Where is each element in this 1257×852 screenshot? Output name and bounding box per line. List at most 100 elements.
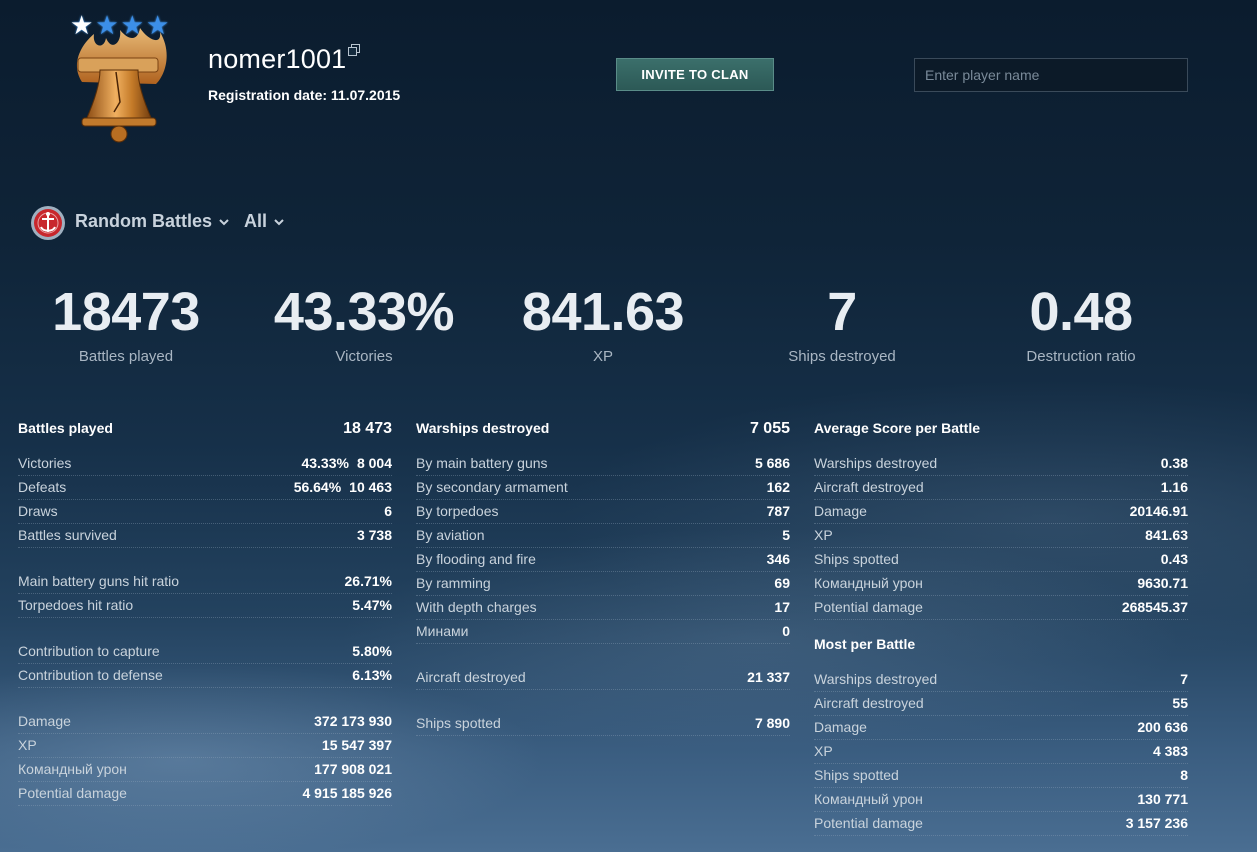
- stat-row: Main battery guns hit ratio 26.71%: [18, 570, 392, 594]
- star-icon: ★: [95, 10, 119, 40]
- stat-row: Командный урон 177 908 021: [18, 758, 392, 782]
- copy-icon[interactable]: [348, 44, 360, 56]
- stat-label: Torpedoes hit ratio: [18, 597, 134, 613]
- stat-value: 7 890: [754, 715, 790, 731]
- stat-row: Potential damage 268545.37: [814, 596, 1188, 620]
- stat-value: 5 686: [754, 455, 790, 471]
- stat-value: 0.38: [1160, 455, 1188, 471]
- stat-value: 346: [766, 551, 790, 567]
- stat-row: By main battery guns 5 686: [416, 452, 790, 476]
- stat-value: 268545.37: [1121, 599, 1188, 615]
- player-emblem: ★ ★ ★ ★: [64, 12, 174, 152]
- section-title: Battles played: [18, 420, 113, 436]
- stat-value: 1.16: [1160, 479, 1188, 495]
- stat-label: Damage: [18, 713, 71, 729]
- big-stat-value: 841.63: [521, 282, 685, 342]
- stat-label: Ships spotted: [416, 715, 501, 731]
- random-battles-icon: [31, 206, 65, 240]
- stat-label: By aviation: [416, 527, 485, 543]
- stat-value: 55: [1172, 695, 1188, 711]
- stat-label: Aircraft destroyed: [416, 669, 526, 685]
- stat-label: XP: [814, 743, 833, 759]
- stat-value: 17: [774, 599, 790, 615]
- invite-to-clan-button[interactable]: INVITE TO CLAN: [616, 58, 774, 91]
- stat-value: 0: [782, 623, 790, 639]
- stat-percent: 43.33%: [301, 455, 349, 471]
- stat-value: 5: [782, 527, 790, 543]
- stat-row: Aircraft destroyed 1.16: [814, 476, 1188, 500]
- stat-row: XP 4 383: [814, 740, 1188, 764]
- battles-played-section: Battles played 18 473 Victories 43.33% 8 0…: [18, 420, 392, 806]
- stat-label: Ships spotted: [814, 767, 899, 783]
- stat-row: With depth charges 17: [416, 596, 790, 620]
- ship-type-dropdown[interactable]: All: [244, 211, 285, 232]
- stat-row: Potential damage 3 157 236: [814, 812, 1188, 836]
- stat-label: Warships destroyed: [814, 455, 938, 471]
- section-title: Average Score per Battle: [814, 420, 980, 436]
- stat-value: 26.71%: [344, 573, 392, 589]
- stat-value: 8: [1180, 767, 1188, 783]
- stat-value: 5.47%: [352, 597, 392, 613]
- stat-label: With depth charges: [416, 599, 537, 615]
- stat-row: XP 15 547 397: [18, 734, 392, 758]
- stat-label: Aircraft destroyed: [814, 479, 924, 495]
- average-score-section: Average Score per Battle Warships destro…: [814, 420, 1188, 836]
- stat-percent: 56.64%: [293, 479, 342, 495]
- stat-value: 200 636: [1137, 719, 1188, 735]
- star-icon: ★: [145, 10, 170, 40]
- stat-value: 162: [766, 479, 790, 495]
- battle-mode-label: Random Battles: [75, 211, 213, 231]
- star-icon: ★: [120, 10, 144, 40]
- stat-label: Командный урон: [18, 761, 127, 777]
- stat-label: By flooding and fire: [416, 551, 536, 567]
- stat-label: Warships destroyed: [814, 671, 938, 687]
- stat-label: Командный урон: [814, 575, 923, 591]
- big-stat-label: Destruction ratio: [1026, 348, 1136, 365]
- stat-value: 3 738: [356, 527, 392, 543]
- player-search-input[interactable]: [914, 58, 1188, 92]
- stat-label: By main battery guns: [416, 455, 548, 471]
- stat-value: 5.80%: [352, 643, 392, 659]
- stat-label: Aircraft destroyed: [814, 695, 924, 711]
- stat-row: Warships destroyed 0.38: [814, 452, 1188, 476]
- stat-label: Battles survived: [18, 527, 117, 543]
- registration-date: Registration date: 11.07.2015: [208, 87, 401, 103]
- stat-value: 130 771: [1137, 791, 1188, 807]
- big-stat-battles: 18473 Battles played: [6, 280, 246, 365]
- stat-row: Warships destroyed 7: [814, 668, 1188, 692]
- stat-value: 20146.91: [1129, 503, 1188, 519]
- battle-mode-dropdown[interactable]: Random Battles: [75, 211, 230, 232]
- stat-value: 372 173 930: [314, 713, 392, 729]
- stat-row: Contribution to defense 6.13%: [18, 664, 392, 688]
- stat-value: 56.64% 10 463: [294, 479, 392, 495]
- stat-label: Potential damage: [814, 815, 923, 831]
- stat-row: Aircraft destroyed 55: [814, 692, 1188, 716]
- stat-label: Defeats: [18, 479, 67, 495]
- chevron-down-icon: [274, 218, 284, 225]
- stat-value: 15 547 397: [321, 737, 392, 753]
- section-title: Warships destroyed: [416, 420, 550, 436]
- stat-row: Командный урон 9630.71: [814, 572, 1188, 596]
- ship-type-label: All: [244, 211, 268, 231]
- stat-row: Defeats 56.64% 10 463: [18, 476, 392, 500]
- stat-value: 177 908 021: [314, 761, 392, 777]
- stat-value: 21 337: [747, 669, 790, 685]
- stat-row: Draws 6: [18, 500, 392, 524]
- stat-label: Draws: [18, 503, 58, 519]
- stat-label: XP: [814, 527, 833, 543]
- section-header: Average Score per Battle: [814, 420, 1188, 444]
- stat-value: 4 383: [1152, 743, 1188, 759]
- section-total: 18 473: [343, 420, 392, 437]
- stat-row: Командный урон 130 771: [814, 788, 1188, 812]
- stat-row: Potential damage 4 915 185 926: [18, 782, 392, 806]
- stat-row: By torpedoes 787: [416, 500, 790, 524]
- stat-value: 6.13%: [352, 667, 392, 683]
- rank-stars: ★ ★ ★ ★: [70, 12, 169, 38]
- stat-row: Ships spotted 0.43: [814, 548, 1188, 572]
- stat-label: Damage: [814, 719, 867, 735]
- big-stat-label: Ships destroyed: [788, 348, 896, 365]
- stat-count: 10 463: [349, 479, 392, 495]
- section-header: Warships destroyed 7 055: [416, 420, 790, 444]
- warships-destroyed-section: Warships destroyed 7 055 By main battery…: [416, 420, 790, 736]
- big-stat-value: 18473: [52, 282, 200, 342]
